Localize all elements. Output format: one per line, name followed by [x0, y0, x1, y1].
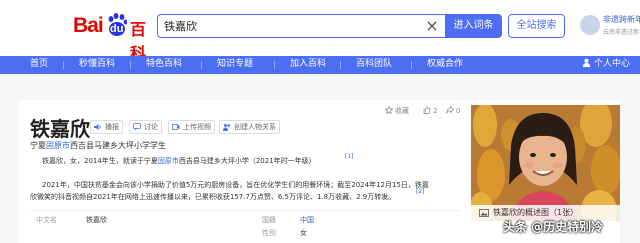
citation-2[interactable]: [2]	[416, 188, 425, 195]
speaker-icon	[94, 124, 101, 130]
nav-item-topics[interactable]: 知识专题	[200, 56, 253, 74]
citation-1[interactable]: [1]	[345, 153, 354, 160]
nav-item-featured[interactable]: 特色百科	[129, 56, 182, 74]
create-relation-button[interactable]: 创建人物关系	[219, 120, 280, 134]
upload-video-button[interactable]: 上传视频	[168, 120, 215, 134]
subtitle-prefix: 宁夏	[30, 141, 46, 150]
info-value-nationality[interactable]: 中国	[300, 215, 314, 225]
comment-icon	[133, 123, 141, 131]
intro-paragraph: 铁嘉欣，女，2014年生，就读于宁夏固原市西吉县马建乡大坪小学（2021年时一年…	[42, 156, 316, 167]
toutiao-watermark: 头条 @历史特别冷	[503, 220, 604, 234]
nav-item-home[interactable]: 首页	[30, 56, 48, 74]
like-button[interactable]: 2	[423, 106, 437, 115]
share-count: 0	[456, 107, 461, 115]
promo-avatar[interactable]	[580, 15, 600, 35]
broadcast-button[interactable]: 播报	[90, 120, 123, 134]
logo-du-text: du	[110, 23, 124, 35]
collect-label: 收藏	[395, 107, 409, 115]
intro-text-suffix: 西吉县马建乡大坪小学（2021年时一年级）	[178, 157, 316, 165]
subtitle-link-guyuan[interactable]: 固原市	[46, 141, 70, 150]
nav-item-partners[interactable]: 权威合作	[410, 56, 463, 74]
nav-item-miaodong[interactable]: 秒懂百科	[62, 56, 115, 74]
paragraph-2-line-1: 2021年，中国扶贫基金会向该小学捐助了价值5万元的厨房设备，旨在优化学生们的用…	[42, 181, 429, 189]
search-input[interactable]	[158, 15, 418, 37]
info-divider	[30, 210, 460, 211]
photo-caption-label: 铁嘉欣的概述图（1张）	[493, 208, 579, 217]
share-icon	[446, 105, 454, 114]
promo-subtitle: 云南非遗过新年	[603, 29, 640, 36]
info-key-chinese-name: 中文名	[36, 216, 57, 224]
portrait-image	[471, 105, 620, 221]
enter-entry-button[interactable]: 进入词条	[445, 14, 502, 38]
info-value-gender: 女	[300, 229, 307, 237]
discuss-label: 讨论	[144, 123, 158, 131]
like-count: 2	[433, 107, 438, 115]
create-relation-label: 创建人物关系	[234, 123, 276, 131]
info-value-chinese-name: 铁嘉欣	[86, 216, 107, 224]
discuss-button[interactable]: 讨论	[129, 120, 162, 134]
nav-item-join[interactable]: 加入百科	[273, 56, 326, 74]
entry-subtitle: 宁夏固原市西吉县马建乡大坪小学学生	[30, 140, 166, 151]
intro-link-guyuan[interactable]: 固原市	[158, 157, 179, 165]
main-nav: 首页 秒懂百科 特色百科 知识专题 加入百科 百科团队 权威合作 个人中心	[0, 56, 640, 74]
info-key-gender: 性别	[262, 229, 276, 237]
site-search-button[interactable]: 全站搜索	[508, 14, 565, 38]
top-header: Bai du 百科 进入词条 全站搜索 非遗跨新年 云南非遗过新年	[0, 0, 640, 63]
info-key-nationality: 国籍	[262, 216, 276, 224]
nav-item-team[interactable]: 百科团队	[339, 56, 392, 74]
intro-text-prefix: 铁嘉欣，女，2014年生，就读于宁夏	[42, 157, 158, 165]
logo-bai-text: Bai	[73, 14, 104, 37]
thumb-up-icon	[423, 106, 431, 114]
user-center-label: 个人中心	[593, 59, 630, 69]
search-box	[157, 14, 445, 38]
broadcast-label: 播报	[105, 123, 119, 131]
image-icon	[479, 209, 489, 217]
collect-button[interactable]: 收藏	[384, 105, 409, 116]
promo-banner[interactable]: 非遗跨新年 云南非遗过新年	[603, 14, 640, 40]
promo-title: 非遗跨新年	[603, 15, 640, 24]
person-icon	[582, 58, 591, 67]
upload-video-label: 上传视频	[183, 123, 211, 131]
summary-photo[interactable]	[471, 105, 620, 221]
baidu-baike-logo[interactable]: Bai du 百科	[73, 13, 153, 63]
star-icon	[384, 105, 394, 115]
video-icon	[172, 124, 180, 130]
subtitle-suffix: 西吉县马建乡大坪小学学生	[70, 141, 166, 150]
share-button[interactable]: 0	[446, 105, 461, 115]
clear-icon[interactable]	[425, 19, 439, 33]
people-icon	[223, 124, 231, 131]
paragraph-2-line-2: 欣微笑的抖音视频自2021年在网络上迅速传播以来，已累积收获157.7万点赞、6…	[30, 193, 396, 201]
page-title: 铁嘉欣	[30, 117, 90, 141]
user-center-link[interactable]: 个人中心	[582, 56, 630, 74]
